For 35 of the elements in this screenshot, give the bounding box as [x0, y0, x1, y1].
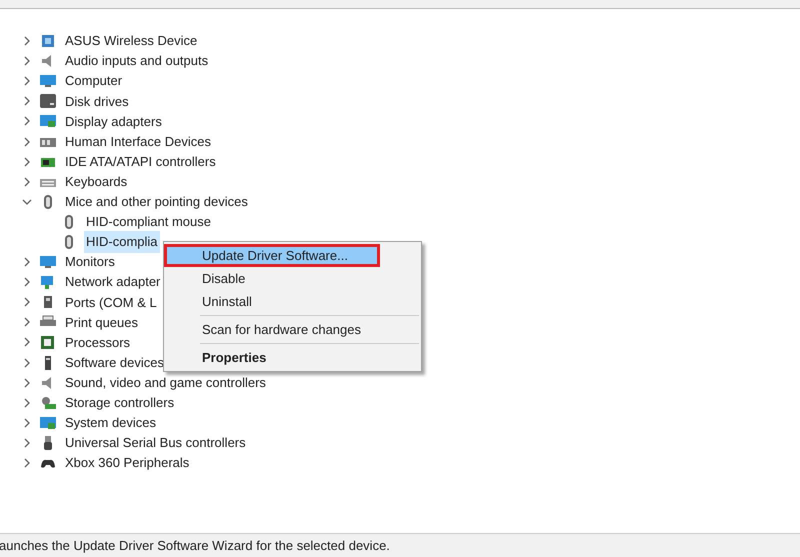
tree-item[interactable]: HID-complia — [84, 231, 160, 253]
tree-item[interactable]: IDE ATA/ATAPI controllers — [63, 150, 218, 172]
tree-item[interactable]: Display adapters — [63, 110, 164, 132]
display-adapter-icon — [39, 113, 57, 130]
storage-icon — [39, 394, 57, 411]
tree-item[interactable]: Monitors — [63, 251, 117, 273]
menu-item[interactable]: Uninstall — [164, 290, 421, 313]
tree-item[interactable]: Human Interface Devices — [63, 130, 213, 152]
menu-item[interactable]: Scan for hardware changes — [164, 318, 421, 341]
tree-item[interactable]: Mice and other pointing devices — [63, 191, 250, 213]
display-adapter-icon — [39, 414, 57, 431]
tree-item[interactable]: ASUS Wireless Device — [63, 30, 200, 52]
tree-item[interactable]: Keyboards — [63, 170, 130, 192]
menu-item[interactable]: Disable — [164, 267, 421, 290]
tree-item[interactable]: Universal Serial Bus controllers — [63, 432, 248, 454]
tree-item[interactable]: Network adapter — [63, 271, 162, 293]
disk-drive-icon — [39, 93, 57, 110]
monitor-icon — [39, 73, 57, 90]
tree-item[interactable]: Computer — [63, 70, 124, 92]
monitor-icon — [39, 254, 57, 270]
tree-item[interactable]: HID-compliant mouse — [84, 211, 213, 233]
menu-item[interactable]: Properties — [164, 346, 421, 369]
tree-item[interactable]: Software devices — [63, 352, 166, 374]
tree-item[interactable]: Print queues — [63, 312, 140, 334]
processor-icon — [39, 334, 57, 350]
tree-item[interactable]: System devices — [63, 412, 158, 434]
device-icon — [39, 33, 57, 50]
tree-item[interactable]: Xbox 360 Peripherals — [63, 452, 192, 474]
tree-item[interactable]: Processors — [63, 332, 132, 354]
tree-item[interactable]: Ports (COM & L — [63, 292, 159, 314]
tree-item[interactable]: Sound, video and game controllers — [63, 372, 268, 394]
tree-item[interactable]: Disk drives — [63, 90, 131, 112]
menu-item[interactable]: Update Driver Software... — [164, 244, 380, 267]
tree-item[interactable]: Storage controllers — [63, 392, 176, 414]
tree-item[interactable]: Audio inputs and outputs — [63, 50, 210, 72]
